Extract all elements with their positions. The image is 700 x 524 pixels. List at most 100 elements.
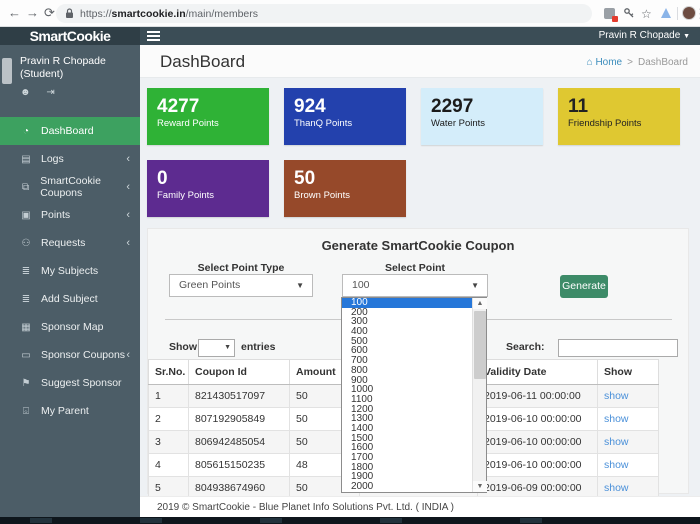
show-link[interactable]: show (604, 482, 629, 494)
sidebar-item-requests[interactable]: ⚇Requests‹ (0, 229, 140, 257)
dropdown-option[interactable]: 1500 (342, 434, 472, 444)
padlock-icon (65, 8, 74, 19)
scroll-down-icon[interactable]: ▼ (473, 481, 487, 492)
toolbar-divider (677, 7, 678, 20)
dropdown-option[interactable]: 200 (342, 308, 472, 318)
col-srno[interactable]: Sr.No. (149, 360, 189, 385)
dropdown-option[interactable]: 500 (342, 337, 472, 347)
requests-icon: ⚇ (19, 238, 33, 249)
suggest-sponsor-icon: ⚑ (19, 378, 33, 389)
sidebar-item-my-subjects[interactable]: ≣My Subjects (0, 257, 140, 285)
app-navbar: SmartCookie Pravin R Chopade ▼ (0, 27, 700, 45)
sidebar-item-dashboard[interactable]: ◔DashBoard (0, 117, 140, 145)
point-label: Select Point (342, 262, 488, 274)
show-label: Show (169, 341, 197, 353)
coupons-icon: ⧉ (19, 182, 32, 193)
sidebar-item-smartcookie-coupons[interactable]: ⧉SmartCookie Coupons‹ (0, 173, 140, 201)
dropdown-option[interactable]: 1900 (342, 472, 472, 482)
content-header: DashBoard ⌂ Home>DashBoard (140, 45, 700, 78)
browser-toolbar: ← → ⟳ https://smartcookie.in/main/member… (0, 0, 700, 27)
url-text: https://smartcookie.in/main/members (80, 8, 258, 20)
sponsor-coupons-icon: ▭ (19, 350, 33, 361)
dropdown-option[interactable]: 1300 (342, 414, 472, 424)
browser-back-icon[interactable]: ← (8, 4, 21, 22)
extension-adblock-icon[interactable] (604, 8, 615, 19)
subjects-icon: ≣ (19, 266, 33, 277)
panel-title: Generate SmartCookie Coupon (148, 238, 688, 253)
bookmark-star-icon[interactable]: ☆ (641, 5, 652, 23)
browser-forward-icon[interactable]: → (26, 4, 39, 22)
user-avatar (2, 58, 12, 84)
entries-select[interactable]: ▼ (198, 339, 235, 357)
dropdown-option[interactable]: 900 (342, 376, 472, 386)
search-input[interactable] (558, 339, 678, 357)
points-icon: ▣ (19, 210, 33, 221)
show-link[interactable]: show (604, 459, 629, 471)
dropdown-option[interactable]: 1100 (342, 395, 472, 405)
logout-icon[interactable]: ⇥ (46, 87, 54, 98)
point-select[interactable]: 100▼ (342, 274, 488, 297)
dropdown-option[interactable]: 1000 (342, 385, 472, 395)
sidebar-item-sponsor-coupons[interactable]: ▭Sponsor Coupons‹ (0, 341, 140, 369)
sidebar-toggle-icon[interactable] (147, 31, 160, 41)
col-validity-date[interactable]: Validity Date (478, 360, 598, 385)
dropdown-option[interactable]: 800 (342, 366, 472, 376)
logs-icon: ▤ (19, 154, 33, 165)
dropdown-option[interactable]: 1800 (342, 463, 472, 473)
dropdown-option[interactable]: 1600 (342, 443, 472, 453)
search-label: Search: (506, 341, 545, 353)
dropdown-option[interactable]: 1200 (342, 405, 472, 415)
scrollbar-thumb[interactable] (474, 311, 486, 379)
sidebar-item-suggest-sponsor[interactable]: ⚑Suggest Sponsor (0, 369, 140, 397)
sidebar-item-add-subject[interactable]: ≣Add Subject (0, 285, 140, 313)
dropdown-option[interactable]: 600 (342, 346, 472, 356)
col-show[interactable]: Show (598, 360, 659, 385)
stat-card-family-points: 0Family Points (147, 160, 269, 217)
footer-copyright: 2019 © SmartCookie - Blue Planet Info So… (157, 502, 454, 513)
profile-icon[interactable]: ☻ (20, 87, 31, 98)
show-link[interactable]: show (604, 413, 629, 425)
sidebar-item-logs[interactable]: ▤Logs‹ (0, 145, 140, 173)
select-caret-icon: ▼ (471, 275, 479, 296)
stat-card-thanq-points: 924ThanQ Points (284, 88, 406, 145)
col-coupon-id[interactable]: Coupon Id (189, 360, 290, 385)
breadcrumb-current: DashBoard (638, 57, 688, 68)
show-link[interactable]: show (604, 390, 629, 402)
extension-triangle-icon[interactable] (661, 8, 671, 18)
browser-reload-icon[interactable]: ⟳ (44, 4, 55, 22)
point-select-dropdown: 100 200 300 400 500 600 700 800 900 1000… (341, 297, 487, 493)
page-title: DashBoard (160, 52, 245, 72)
browser-menu-icon[interactable]: ⋮ (694, 5, 700, 23)
dashboard-icon: ◔ (19, 126, 33, 137)
dropdown-option[interactable]: 700 (342, 356, 472, 366)
brand-logo[interactable]: SmartCookie (0, 27, 140, 45)
sidebar-user-panel: Pravin R Chopade (Student) (20, 55, 106, 81)
stat-card-friendship-points: 11Friendship Points (558, 88, 680, 145)
dropdown-option[interactable]: 100 (342, 298, 472, 308)
point-type-select[interactable]: Green Points▼ (169, 274, 313, 297)
my-parent-icon: ⌺ (19, 406, 33, 417)
dropdown-option[interactable]: 1700 (342, 453, 472, 463)
breadcrumb-home-link[interactable]: Home (595, 57, 622, 68)
sidebar-item-my-parent[interactable]: ⌺My Parent (0, 397, 140, 425)
dropdown-option[interactable]: 300 (342, 317, 472, 327)
key-icon[interactable] (623, 7, 635, 19)
chevron-down-icon: ▼ (683, 33, 690, 40)
stat-card-reward-points: 4277Reward Points (147, 88, 269, 145)
address-bar[interactable]: https://smartcookie.in/main/members (56, 4, 592, 23)
dropdown-option[interactable]: 2000 (342, 482, 472, 492)
user-menu[interactable]: Pravin R Chopade ▼ (599, 27, 690, 45)
breadcrumb: ⌂ Home>DashBoard (587, 57, 688, 68)
generate-button[interactable]: Generate (560, 275, 608, 298)
sidebar-item-points[interactable]: ▣Points‹ (0, 201, 140, 229)
scroll-up-icon[interactable]: ▲ (473, 298, 487, 309)
dropdown-option[interactable]: 1400 (342, 424, 472, 434)
show-link[interactable]: show (604, 436, 629, 448)
sidebar-item-sponsor-map[interactable]: ▦Sponsor Map (0, 313, 140, 341)
dropdown-scrollbar[interactable]: ▲ ▼ (472, 298, 486, 492)
dropdown-option[interactable]: 400 (342, 327, 472, 337)
stat-card-water-points: 2297Water Points (421, 88, 543, 145)
select-caret-icon: ▼ (224, 344, 231, 351)
select-caret-icon: ▼ (296, 275, 304, 296)
add-subject-icon: ≣ (19, 294, 33, 305)
